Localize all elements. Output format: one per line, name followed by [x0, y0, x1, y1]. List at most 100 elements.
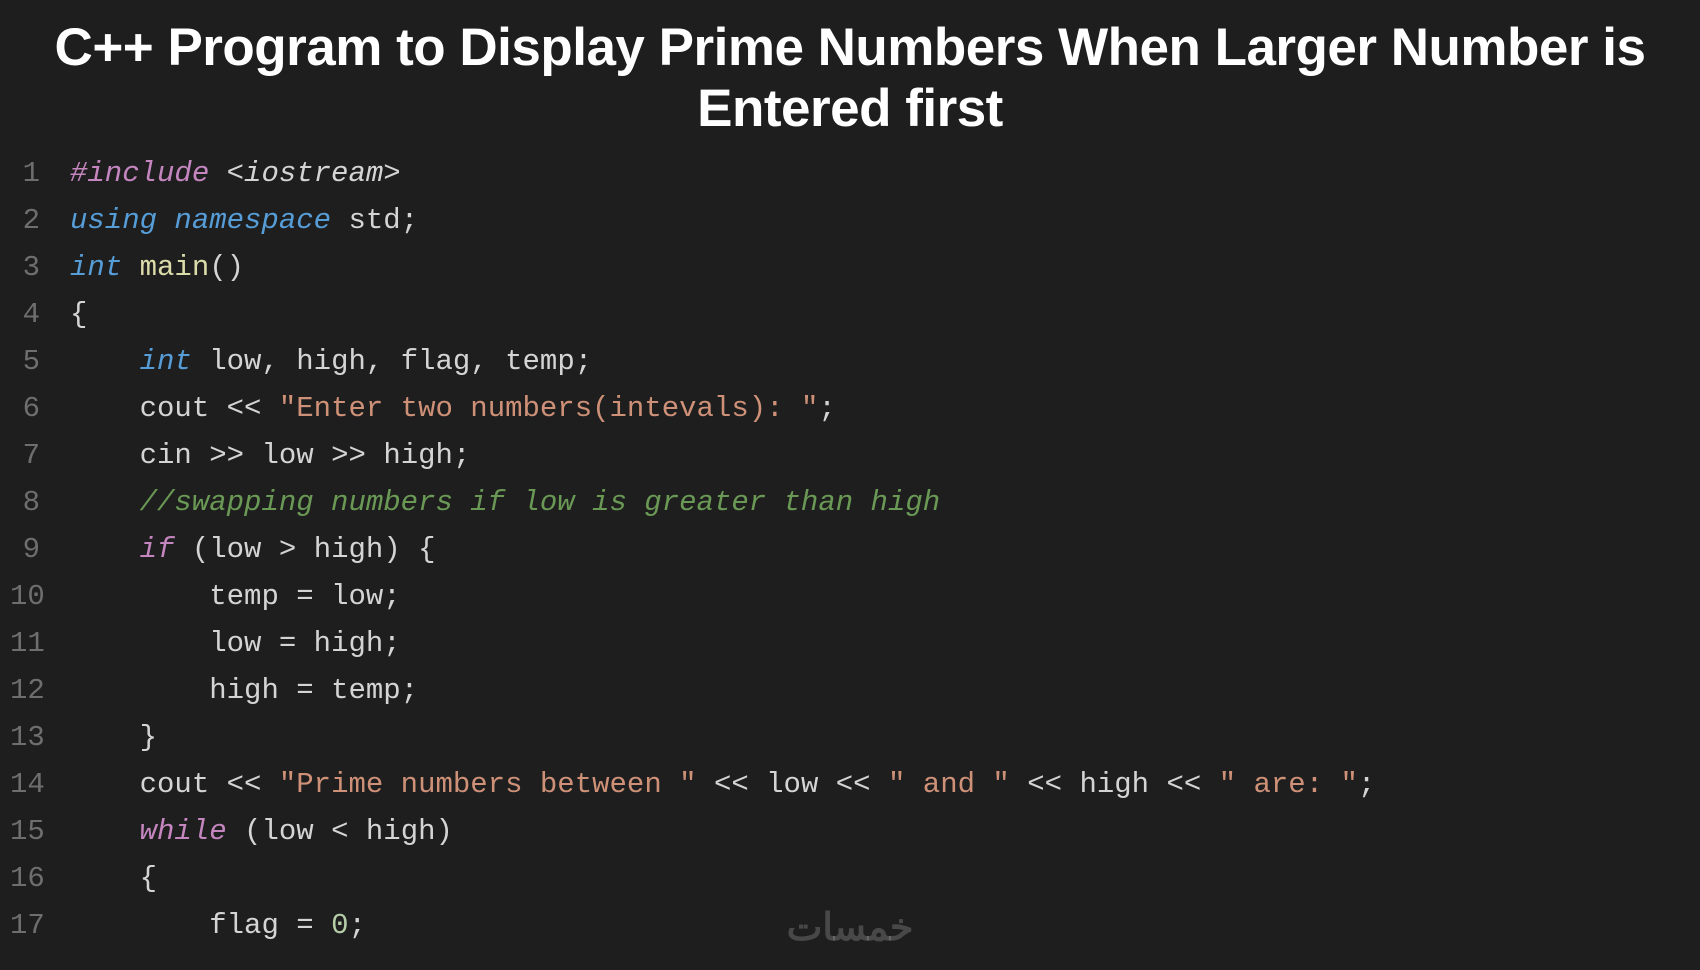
code-line: 10 temp = low; [10, 573, 1700, 620]
watermark-text: خمسات [787, 905, 914, 950]
code-token: , [261, 345, 278, 378]
code-line: 1#include <iostream> [10, 150, 1700, 197]
code-token: low [261, 439, 331, 472]
line-number: 15 [10, 808, 70, 855]
code-line: 2using namespace std; [10, 197, 1700, 244]
code-token: flag [209, 909, 296, 942]
code-line: 14 cout << "Prime numbers between " << l… [10, 761, 1700, 808]
code-token: = [296, 580, 331, 613]
code-token: temp [209, 580, 296, 613]
code-token: while [140, 815, 227, 848]
code-token: ; [575, 345, 592, 378]
code-token: = [296, 909, 331, 942]
code-token: high [383, 439, 453, 472]
code-token: { [70, 298, 87, 331]
code-token: int [140, 345, 192, 378]
code-content: high = temp; [70, 667, 1700, 714]
code-token: << [227, 768, 279, 801]
line-number: 8 [10, 479, 70, 526]
code-token: " and " [888, 768, 1010, 801]
code-token: { [140, 862, 157, 895]
code-token: ; [818, 392, 835, 425]
code-line: 16 { [10, 855, 1700, 902]
code-token: << [227, 392, 279, 425]
code-content: cout << "Prime numbers between " << low … [70, 761, 1700, 808]
line-number: 3 [10, 244, 70, 291]
code-token: << [714, 768, 766, 801]
line-number: 17 [10, 902, 70, 949]
code-token: ) [383, 533, 400, 566]
code-token: if [140, 533, 175, 566]
code-token: temp [488, 345, 575, 378]
line-number: 13 [10, 714, 70, 761]
code-token: ; [348, 909, 365, 942]
code-token: } [140, 721, 157, 754]
code-token: <iostream> [227, 157, 401, 190]
code-token: low [209, 627, 279, 660]
line-number: 5 [10, 338, 70, 385]
page-title: C++ Program to Display Prime Numbers Whe… [0, 0, 1700, 150]
code-token: //swapping numbers if low is greater tha… [140, 486, 941, 519]
code-line: 6 cout << "Enter two numbers(intevals): … [10, 385, 1700, 432]
code-line: 3int main() [10, 244, 1700, 291]
code-content: temp = low; [70, 573, 1700, 620]
code-content: } [70, 714, 1700, 761]
code-token: = [296, 674, 331, 707]
code-content: low = high; [70, 620, 1700, 667]
code-line: 9 if (low > high) { [10, 526, 1700, 573]
code-token [174, 533, 191, 566]
line-number: 4 [10, 291, 70, 338]
code-token: high [314, 627, 384, 660]
code-token: high [1079, 768, 1166, 801]
line-number: 2 [10, 197, 70, 244]
code-token: temp [331, 674, 401, 707]
code-token: ; [453, 439, 470, 472]
code-token [1010, 768, 1027, 801]
code-content: #include <iostream> [70, 150, 1700, 197]
code-content: int main() [70, 244, 1700, 291]
code-token: ; [401, 204, 418, 237]
line-number: 6 [10, 385, 70, 432]
code-content: while (low < high) [70, 808, 1700, 855]
code-token: << [836, 768, 888, 801]
code-token: ; [383, 580, 400, 613]
code-token: = [279, 627, 314, 660]
code-token [227, 815, 244, 848]
code-token: low [331, 580, 383, 613]
line-number: 9 [10, 526, 70, 573]
code-token: using [70, 204, 157, 237]
code-token: namespace [174, 204, 331, 237]
code-token: flag [383, 345, 470, 378]
code-content: { [70, 291, 1700, 338]
code-token: 0 [331, 909, 348, 942]
code-block: 1#include <iostream>2using namespace std… [0, 150, 1700, 949]
code-content: cin >> low >> high; [70, 432, 1700, 479]
code-token: cout [140, 392, 227, 425]
code-token: high [209, 674, 296, 707]
code-token: high [366, 815, 436, 848]
code-token: high [279, 345, 366, 378]
code-token: < [331, 815, 366, 848]
code-token: > [279, 533, 314, 566]
code-token: { [418, 533, 435, 566]
code-token: >> [209, 439, 261, 472]
code-token: cout [140, 768, 227, 801]
code-content: cout << "Enter two numbers(intevals): "; [70, 385, 1700, 432]
code-content: { [70, 855, 1700, 902]
code-token: >> [331, 439, 383, 472]
code-token: , [470, 345, 487, 378]
code-token: ( [244, 815, 261, 848]
code-line: 4{ [10, 291, 1700, 338]
code-line: 7 cin >> low >> high; [10, 432, 1700, 479]
code-token: low [209, 533, 279, 566]
code-line: 11 low = high; [10, 620, 1700, 667]
code-token: ( [192, 533, 209, 566]
code-token: ; [401, 674, 418, 707]
code-line: 8 //swapping numbers if low is greater t… [10, 479, 1700, 526]
code-line: 5 int low, high, flag, temp; [10, 338, 1700, 385]
code-token: << [1027, 768, 1079, 801]
line-number: 14 [10, 761, 70, 808]
code-token: low [261, 815, 331, 848]
code-token [157, 204, 174, 237]
code-content: //swapping numbers if low is greater tha… [70, 479, 1700, 526]
